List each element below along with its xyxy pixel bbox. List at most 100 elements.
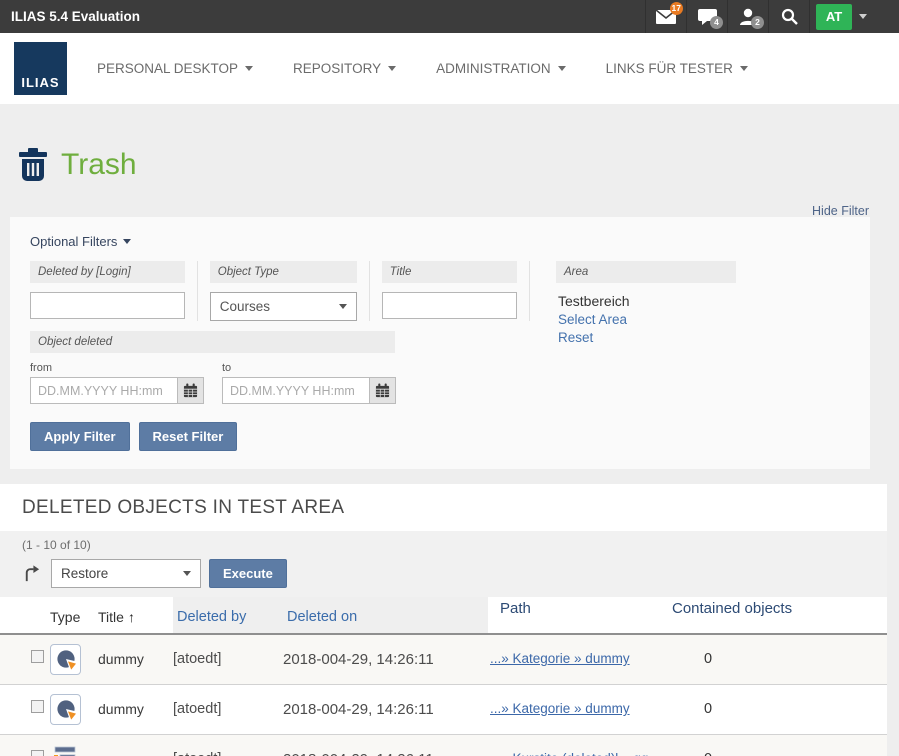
nav-item-administration[interactable]: ADMINISTRATION: [436, 61, 566, 76]
deleted-by-input[interactable]: [30, 292, 185, 319]
row-contained-objects: 0: [666, 734, 887, 756]
row-title: dummy: [98, 634, 173, 684]
filter-label: Object Type: [210, 261, 357, 283]
mail-badge: 17: [670, 2, 683, 15]
to-label: to: [222, 362, 396, 374]
list-icon: [50, 744, 98, 756]
table-toolbar: (1 - 10 of 10) Restore Execute: [0, 531, 887, 597]
row-checkbox[interactable]: [31, 750, 44, 756]
filter-field-object-deleted: Object deleted from: [30, 331, 530, 404]
nav-item-label: REPOSITORY: [293, 61, 381, 76]
top-bar: ILIAS 5.4 Evaluation 17 4 2: [0, 0, 899, 33]
row-deleted-by: [atoedt]: [173, 734, 283, 756]
row-deleted-by: [atoedt]: [173, 684, 283, 734]
calendar-to-button[interactable]: [370, 377, 396, 404]
from-label: from: [30, 362, 204, 374]
pager-info: (1 - 10 of 10): [22, 538, 865, 552]
date-to-group: to: [222, 362, 396, 404]
row-path-link[interactable]: ...» Kategorie » dummy: [490, 701, 630, 716]
filter-label: Area: [556, 261, 736, 283]
area-value: Testbereich: [558, 293, 736, 309]
row-deleted-on: 2018-004-29, 14:26:11: [283, 634, 488, 684]
row-deleted-on: 2018-004-29, 14:26:11: [283, 684, 488, 734]
row-path-link[interactable]: ...» Kategorie » dummy: [490, 651, 630, 666]
calendar-icon: [183, 383, 198, 398]
avatar: AT: [816, 4, 852, 30]
users-badge: 2: [751, 16, 764, 29]
filter-field-title: Title: [382, 261, 530, 321]
filter-field-object-type: Object Type Courses: [210, 261, 370, 321]
deleted-objects-panel: DELETED OBJECTS IN TEST AREA (1 - 10 of …: [0, 484, 887, 756]
chevron-down-icon: [339, 304, 347, 309]
select-area-link[interactable]: Select Area: [558, 312, 736, 327]
main-navbar: ILIAS PERSONAL DESKTOP REPOSITORY ADMINI…: [0, 33, 899, 104]
logo-text: ILIAS: [21, 75, 59, 95]
row-path-link[interactable]: ...» Kurstite (deleted)l » gg: [490, 751, 648, 756]
chevron-down-icon: [123, 239, 131, 244]
trash-icon: [18, 148, 48, 182]
row-checkbox[interactable]: [31, 650, 44, 663]
nav-item-label: ADMINISTRATION: [436, 61, 551, 76]
chat-button[interactable]: 4: [686, 0, 727, 33]
page-header: Trash: [0, 104, 899, 182]
calendar-from-button[interactable]: [178, 377, 204, 404]
date-to-input[interactable]: [222, 377, 370, 404]
row-title: gg: [98, 734, 173, 756]
nav-item-links-fuer-tester[interactable]: LINKS FÜR TESTER: [606, 61, 748, 76]
apply-filter-button[interactable]: Apply Filter: [30, 422, 130, 451]
row-deleted-by: [atoedt]: [173, 634, 283, 684]
ilias-logo[interactable]: ILIAS: [14, 42, 67, 95]
page-title: Trash: [61, 148, 137, 182]
column-header-deleted-on[interactable]: Deleted on: [283, 597, 488, 634]
row-title: dummy: [98, 684, 173, 734]
chevron-down-icon: [740, 66, 748, 71]
chevron-down-icon: [558, 66, 566, 71]
search-button[interactable]: [768, 0, 809, 33]
filter-label: Title: [382, 261, 517, 283]
column-header-deleted-by[interactable]: Deleted by: [173, 597, 283, 634]
nav-item-label: LINKS FÜR TESTER: [606, 61, 733, 76]
search-icon: [781, 8, 798, 25]
nav-item-personal-desktop[interactable]: PERSONAL DESKTOP: [97, 61, 253, 76]
selected-option: Courses: [220, 299, 270, 314]
filter-panel: Optional Filters Deleted by [Login] Obje…: [10, 217, 870, 469]
execute-button[interactable]: Execute: [209, 559, 287, 588]
mail-button[interactable]: 17: [645, 0, 686, 33]
hide-filter-link[interactable]: Hide Filter: [812, 204, 869, 218]
column-header-type: Type: [50, 597, 98, 634]
nav-item-label: PERSONAL DESKTOP: [97, 61, 238, 76]
page-content: Trash Hide Filter Optional Filters Delet…: [0, 104, 899, 756]
user-menu-button[interactable]: AT: [809, 0, 873, 33]
column-header-path: Path: [488, 597, 666, 634]
chevron-down-icon: [859, 14, 867, 19]
row-deleted-on: 2018-004-29, 14:26:11: [283, 734, 488, 756]
table-row: dummy [atoedt] 2018-004-29, 14:26:11 ...…: [0, 634, 887, 684]
row-checkbox[interactable]: [31, 700, 44, 713]
app-title: ILIAS 5.4 Evaluation: [0, 0, 645, 33]
table-header-row: Type Title↑ Deleted by Deleted on Path C…: [0, 597, 887, 634]
filter-field-area: Area Testbereich Select Area Reset: [556, 261, 736, 404]
title-input[interactable]: [382, 292, 517, 319]
table-row: dummy [atoedt] 2018-004-29, 14:26:11 ...…: [0, 684, 887, 734]
row-contained-objects: 0: [666, 634, 887, 684]
filter-label: Object deleted: [30, 331, 395, 353]
nav-item-repository[interactable]: REPOSITORY: [293, 61, 396, 76]
hide-filter-row: Hide Filter: [0, 182, 899, 217]
optional-filters-label: Optional Filters: [30, 234, 117, 249]
calendar-icon: [375, 383, 390, 398]
column-header-label: Title: [98, 609, 124, 625]
table-row: gg [atoedt] 2018-004-29, 14:26:11 ...» K…: [0, 734, 887, 756]
filter-label: Deleted by [Login]: [30, 261, 185, 283]
area-reset-link[interactable]: Reset: [558, 330, 736, 345]
object-type-select[interactable]: Courses: [210, 292, 357, 321]
date-from-input[interactable]: [30, 377, 178, 404]
reset-filter-button[interactable]: Reset Filter: [139, 422, 238, 451]
course-icon: [50, 644, 81, 675]
topbar-icon-group: 17 4 2 AT: [645, 0, 873, 33]
action-select[interactable]: Restore: [51, 559, 201, 588]
optional-filters-toggle[interactable]: Optional Filters: [30, 234, 131, 249]
column-header-title[interactable]: Title↑: [98, 597, 173, 634]
apply-to-selection-arrow-icon: [22, 564, 41, 583]
users-button[interactable]: 2: [727, 0, 768, 33]
filter-field-deleted-by: Deleted by [Login]: [30, 261, 198, 321]
